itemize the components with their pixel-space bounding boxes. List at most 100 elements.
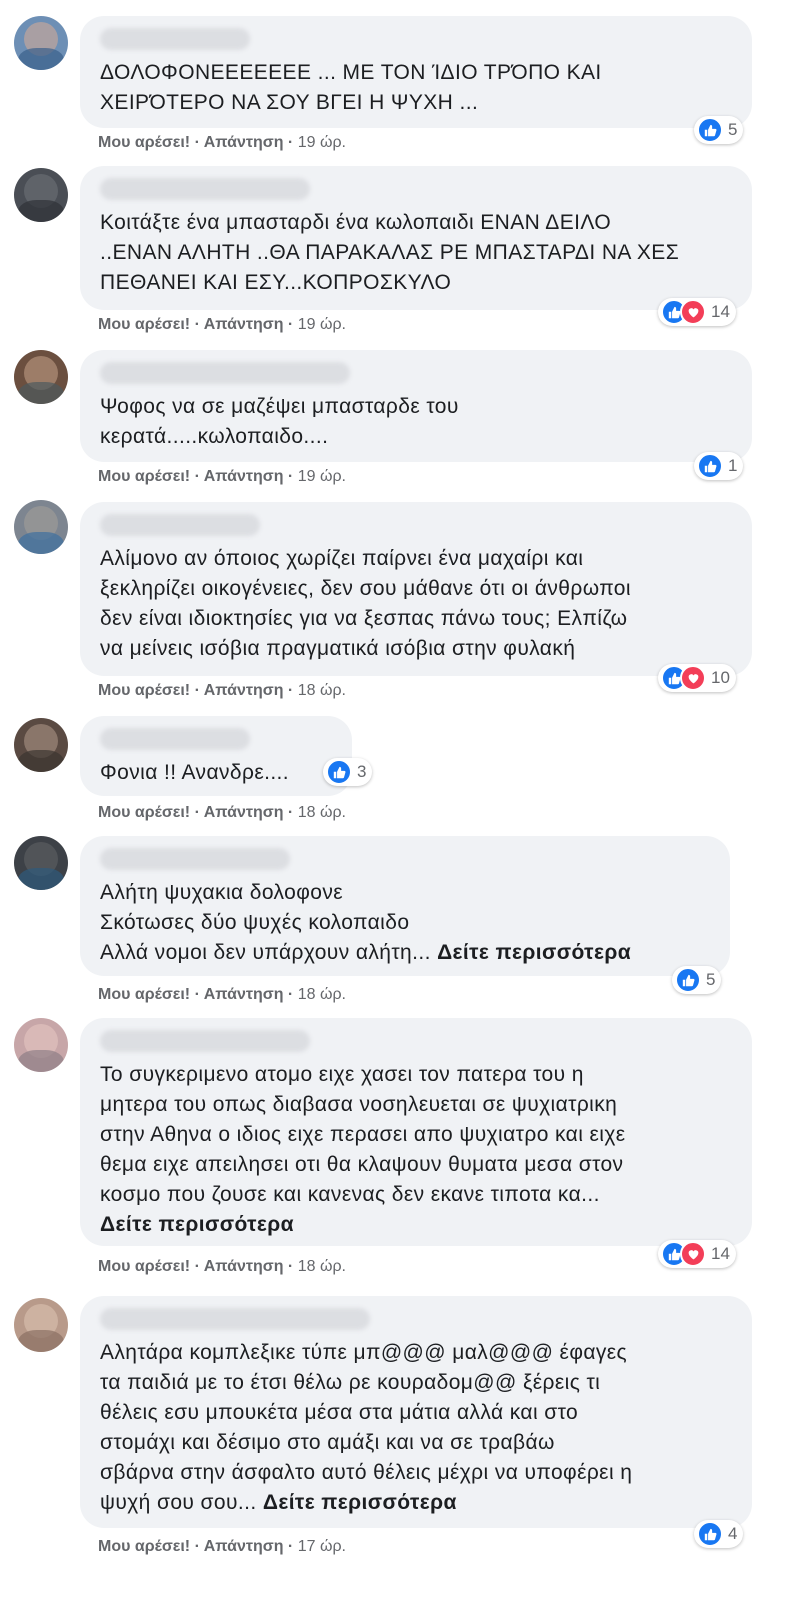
love-reaction-icon: [680, 1241, 706, 1267]
reaction-summary[interactable]: 10: [658, 664, 736, 692]
reply-link[interactable]: Απάντηση: [204, 316, 284, 333]
timestamp[interactable]: 17 ώρ.: [298, 1538, 346, 1555]
separator: ·: [283, 1538, 298, 1555]
comment-text: Φονια !! Ανανδρε....: [100, 761, 290, 784]
reaction-summary[interactable]: 4: [694, 1520, 744, 1548]
like-link[interactable]: Μου αρέσει!: [98, 468, 190, 485]
reaction-count: 1: [728, 456, 738, 475]
comment-text: Το συγκεριμενο ατομο ειχε χασει τον πατε…: [100, 1063, 626, 1236]
love-reaction-icon: [680, 665, 706, 691]
reaction-summary[interactable]: 5: [694, 116, 744, 144]
comment-actions: Μου αρέσει! · Απάντηση · 18 ώρ.: [98, 1258, 346, 1276]
timestamp[interactable]: 19 ώρ.: [298, 316, 346, 333]
separator: ·: [190, 316, 204, 333]
comment-bubble: Το συγκεριμενο ατομο ειχε χασει τον πατε…: [80, 1018, 752, 1246]
timestamp[interactable]: 18 ώρ.: [298, 986, 346, 1003]
like-reaction-icon: [697, 117, 723, 143]
reaction-summary[interactable]: 14: [658, 1240, 736, 1268]
like-link[interactable]: Μου αρέσει!: [98, 682, 190, 699]
reaction-count: 14: [711, 1244, 730, 1263]
avatar[interactable]: [14, 350, 68, 404]
timestamp[interactable]: 18 ώρ.: [298, 1258, 346, 1275]
reaction-count: 5: [706, 970, 716, 989]
reaction-count: 14: [711, 302, 730, 321]
separator: ·: [190, 804, 204, 821]
avatar[interactable]: [14, 16, 68, 70]
reply-link[interactable]: Απάντηση: [204, 682, 284, 699]
separator: ·: [190, 682, 204, 699]
see-more-link[interactable]: Δείτε περισσότερα: [437, 941, 631, 964]
comment-actions: Μου αρέσει! · Απάντηση · 17 ώρ.: [98, 1538, 346, 1556]
comment-bubble: ΔΟΛΟΦΟΝΕΕΕΕΕΕΕ ... ΜΕ ΤΟΝ ΊΔΙΟ ΤΡΌΠΟ ΚΑΙ…: [80, 16, 752, 128]
separator: ·: [190, 1538, 204, 1555]
like-link[interactable]: Μου αρέσει!: [98, 986, 190, 1003]
separator: ·: [283, 804, 298, 821]
comment-bubble: Φονια !! Ανανδρε....: [80, 716, 352, 796]
reaction-summary[interactable]: 5: [672, 966, 722, 994]
like-link[interactable]: Μου αρέσει!: [98, 316, 190, 333]
see-more-link[interactable]: Δείτε περισσότερα: [100, 1213, 294, 1236]
reply-link[interactable]: Απάντηση: [204, 468, 284, 485]
reply-link[interactable]: Απάντηση: [204, 986, 284, 1003]
timestamp[interactable]: 19 ώρ.: [298, 468, 346, 485]
author-name-redacted[interactable]: [100, 28, 250, 50]
comment-text: Αλητάρα κομπλεξικε τύπε μπ@@@ μαλ@@@ έφα…: [100, 1341, 633, 1514]
comment-bubble: Ψοφος να σε μαζέψει μπασταρδε του κερατά…: [80, 350, 752, 462]
like-reaction-icon: [675, 967, 701, 993]
reaction-count: 4: [728, 1524, 738, 1543]
like-link[interactable]: Μου αρέσει!: [98, 134, 190, 151]
author-name-redacted[interactable]: [100, 848, 290, 870]
reaction-summary[interactable]: 3: [323, 758, 373, 786]
comment-text: ΔΟΛΟΦΟΝΕΕΕΕΕΕΕ ... ΜΕ ΤΟΝ ΊΔΙΟ ΤΡΌΠΟ ΚΑΙ…: [100, 61, 602, 114]
comment-text: Ψοφος να σε μαζέψει μπασταρδε του κερατά…: [100, 395, 459, 448]
avatar[interactable]: [14, 836, 68, 890]
reply-link[interactable]: Απάντηση: [204, 1258, 284, 1275]
comment-actions: Μου αρέσει! · Απάντηση · 19 ώρ.: [98, 468, 346, 486]
separator: ·: [283, 316, 298, 333]
comment-bubble: Κοιτάξτε ένα μπασταρδι ένα κωλοπαιδι ΕΝΑ…: [80, 166, 752, 310]
comment-actions: Μου αρέσει! · Απάντηση · 19 ώρ.: [98, 134, 346, 152]
separator: ·: [283, 682, 298, 699]
reaction-count: 3: [357, 762, 367, 781]
avatar[interactable]: [14, 1298, 68, 1352]
comment-bubble: Αλίμονο αν όποιος χωρίζει παίρνει ένα μα…: [80, 502, 752, 676]
author-name-redacted[interactable]: [100, 514, 260, 536]
author-name-redacted[interactable]: [100, 1030, 310, 1052]
timestamp[interactable]: 18 ώρ.: [298, 804, 346, 821]
author-name-redacted[interactable]: [100, 362, 350, 384]
avatar[interactable]: [14, 1018, 68, 1072]
separator: ·: [190, 1258, 204, 1275]
comment-text: Κοιτάξτε ένα μπασταρδι ένα κωλοπαιδι ΕΝΑ…: [100, 211, 680, 294]
timestamp[interactable]: 19 ώρ.: [298, 134, 346, 151]
comment-actions: Μου αρέσει! · Απάντηση · 18 ώρ.: [98, 986, 346, 1004]
separator: ·: [283, 986, 298, 1003]
comment-actions: Μου αρέσει! · Απάντηση · 18 ώρ.: [98, 682, 346, 700]
avatar[interactable]: [14, 500, 68, 554]
separator: ·: [283, 468, 298, 485]
reply-link[interactable]: Απάντηση: [204, 1538, 284, 1555]
author-name-redacted[interactable]: [100, 1308, 370, 1330]
reaction-summary[interactable]: 1: [694, 452, 744, 480]
author-name-redacted[interactable]: [100, 728, 250, 750]
author-name-redacted[interactable]: [100, 178, 310, 200]
reaction-count: 5: [728, 120, 738, 139]
like-reaction-icon: [697, 453, 723, 479]
timestamp[interactable]: 18 ώρ.: [298, 682, 346, 699]
reaction-summary[interactable]: 14: [658, 298, 736, 326]
comment-text: Αλίμονο αν όποιος χωρίζει παίρνει ένα μα…: [100, 547, 631, 660]
like-reaction-icon: [697, 1521, 723, 1547]
like-link[interactable]: Μου αρέσει!: [98, 804, 190, 821]
comment-actions: Μου αρέσει! · Απάντηση · 19 ώρ.: [98, 316, 346, 334]
reaction-count: 10: [711, 668, 730, 687]
separator: ·: [283, 1258, 298, 1275]
like-link[interactable]: Μου αρέσει!: [98, 1258, 190, 1275]
separator: ·: [283, 134, 298, 151]
reply-link[interactable]: Απάντηση: [204, 804, 284, 821]
reply-link[interactable]: Απάντηση: [204, 134, 284, 151]
comment-actions: Μου αρέσει! · Απάντηση · 18 ώρ.: [98, 804, 346, 822]
avatar[interactable]: [14, 718, 68, 772]
avatar[interactable]: [14, 168, 68, 222]
see-more-link[interactable]: Δείτε περισσότερα: [263, 1491, 457, 1514]
separator: ·: [190, 134, 204, 151]
like-link[interactable]: Μου αρέσει!: [98, 1538, 190, 1555]
